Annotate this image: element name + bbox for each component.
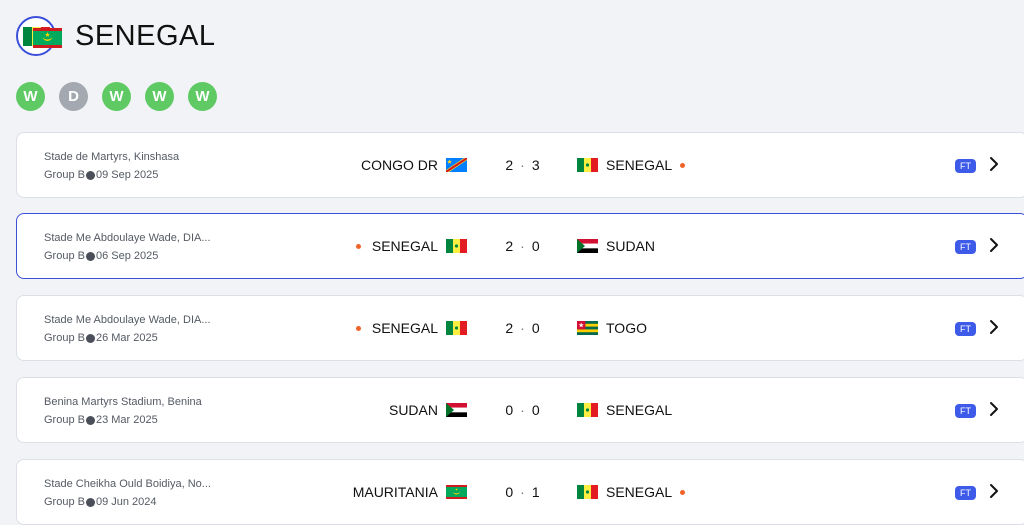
away-team-name: SENEGAL — [606, 402, 673, 418]
match-venue: Stade de Martyrs, Kinshasa — [44, 151, 180, 163]
team-marker-icon — [680, 162, 686, 168]
team-name: SENEGAL — [75, 20, 216, 52]
senegal-flag-icon — [577, 403, 598, 417]
match-row[interactable]: Stade de Martyrs, Kinshasa Group B 09 Sep… — [16, 132, 1024, 198]
home-score: 2 — [505, 238, 515, 254]
recent-form: W D W W W — [16, 82, 217, 111]
match-meta: Group B 26 Mar 2025 — [44, 332, 158, 344]
match-venue: Stade Cheikha Ould Boidiya, No... — [44, 478, 211, 490]
match-meta: Group B 09 Sep 2025 — [44, 169, 158, 181]
home-score: 0 — [505, 484, 515, 500]
match-group: Group B — [44, 169, 85, 181]
away-team: SENEGAL — [577, 484, 686, 500]
form-result: W — [16, 82, 45, 111]
match-meta: Group B 23 Mar 2025 — [44, 414, 158, 426]
match-row[interactable]: Stade Cheikha Ould Boidiya, No... Group … — [16, 459, 1024, 525]
home-team: MAURITANIA — [353, 484, 467, 500]
home-team-name: CONGO DR — [361, 157, 438, 173]
away-score: 3 — [531, 157, 541, 173]
match-meta: Group B 06 Sep 2025 — [44, 250, 158, 262]
match-score: 2 · 3 — [505, 157, 541, 173]
status-badge: FT — [955, 322, 976, 336]
team-marker-icon — [355, 325, 361, 331]
team-marker-icon — [355, 243, 361, 249]
separator-dot-icon — [85, 497, 95, 507]
away-score: 1 — [531, 484, 541, 500]
match-group: Group B — [44, 414, 85, 426]
home-team: SENEGAL — [355, 238, 467, 254]
away-team-name: SENEGAL — [606, 157, 673, 173]
status-badge: FT — [955, 159, 976, 173]
match-score: 2 · 0 — [505, 238, 541, 254]
status-badge: FT — [955, 404, 976, 418]
home-team-name: SENEGAL — [371, 238, 438, 254]
chevron-right-icon[interactable] — [987, 318, 1001, 341]
match-score: 0 · 0 — [505, 402, 541, 418]
home-team-name: SUDAN — [388, 402, 438, 418]
match-score: 0 · 1 — [505, 484, 541, 500]
team-marker-icon — [680, 489, 686, 495]
match-date: 23 Mar 2025 — [95, 414, 158, 426]
home-score: 0 — [505, 402, 515, 418]
match-group: Group B — [44, 250, 85, 262]
sudan-flag-icon — [577, 239, 598, 253]
mauritania-flag-icon — [446, 485, 467, 499]
match-group: Group B — [44, 496, 85, 508]
match-date: 09 Jun 2024 — [95, 496, 157, 508]
away-team: SUDAN — [577, 238, 655, 254]
away-team-name: SUDAN — [606, 238, 656, 254]
away-team: SENEGAL — [577, 402, 672, 418]
mauritania-flag-icon[interactable] — [33, 28, 62, 48]
match-venue: Stade Me Abdoulaye Wade, DIA... — [44, 232, 211, 244]
chevron-right-icon[interactable] — [987, 236, 1001, 259]
form-result: D — [59, 82, 88, 111]
home-team-name: MAURITANIA — [352, 484, 438, 500]
match-venue: Stade Me Abdoulaye Wade, DIA... — [44, 314, 211, 326]
match-date: 26 Mar 2025 — [95, 332, 158, 344]
home-team: CONGO DR — [361, 157, 467, 173]
away-team: SENEGAL — [577, 157, 686, 173]
away-score: 0 — [531, 238, 541, 254]
senegal-flag-icon — [577, 485, 598, 499]
match-score: 2 · 0 — [505, 320, 541, 336]
chevron-right-icon[interactable] — [987, 400, 1001, 423]
form-result: W — [188, 82, 217, 111]
senegal-flag-icon — [446, 321, 467, 335]
home-team-name: SENEGAL — [371, 320, 438, 336]
separator-dot-icon — [85, 170, 95, 180]
home-team: SENEGAL — [355, 320, 467, 336]
senegal-flag-icon — [446, 239, 467, 253]
home-team: SUDAN — [389, 402, 467, 418]
home-score: 2 — [505, 157, 515, 173]
status-badge: FT — [955, 486, 976, 500]
senegal-flag-icon — [577, 158, 598, 172]
match-date: 09 Sep 2025 — [95, 169, 159, 181]
togo-flag-icon — [577, 321, 598, 335]
separator-dot-icon — [85, 333, 95, 343]
match-row[interactable]: Stade Me Abdoulaye Wade, DIA... Group B 2… — [16, 295, 1024, 361]
match-date: 06 Sep 2025 — [95, 250, 159, 262]
sudan-flag-icon — [446, 403, 467, 417]
match-meta: Group B 09 Jun 2024 — [44, 496, 157, 508]
away-score: 0 — [531, 320, 541, 336]
away-score: 0 — [531, 402, 541, 418]
form-result: W — [102, 82, 131, 111]
match-row[interactable]: Stade Me Abdoulaye Wade, DIA... Group B 0… — [16, 213, 1024, 279]
separator-dot-icon — [85, 251, 95, 261]
away-team-name: TOGO — [606, 320, 647, 336]
congo-dr-flag-icon — [446, 158, 467, 172]
chevron-right-icon[interactable] — [987, 482, 1001, 505]
team-header: SENEGAL — [16, 16, 1006, 60]
match-group: Group B — [44, 332, 85, 344]
chevron-right-icon[interactable] — [987, 155, 1001, 178]
home-score: 2 — [505, 320, 515, 336]
match-row[interactable]: Benina Martyrs Stadium, Benina Group B 23… — [16, 377, 1024, 443]
form-result: W — [145, 82, 174, 111]
away-team: TOGO — [577, 320, 647, 336]
status-badge: FT — [955, 240, 976, 254]
match-venue: Benina Martyrs Stadium, Benina — [44, 396, 202, 408]
separator-dot-icon — [85, 415, 95, 425]
away-team-name: SENEGAL — [606, 484, 673, 500]
